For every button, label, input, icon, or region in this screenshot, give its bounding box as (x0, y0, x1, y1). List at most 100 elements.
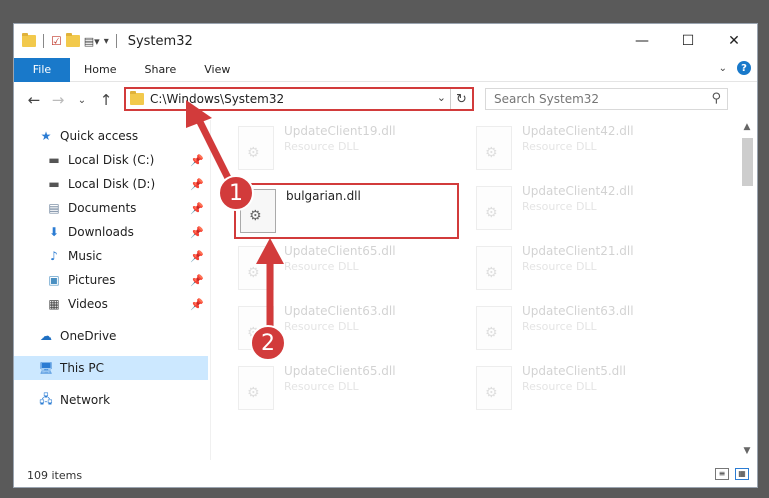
sidebar-item-label: Quick access (60, 129, 139, 143)
sidebar-item-label: Videos (68, 297, 108, 311)
pane-divider[interactable] (210, 120, 211, 460)
sidebar-item-downloads[interactable]: ⬇ Downloads 📌 (14, 220, 208, 244)
back-icon[interactable]: ← (22, 91, 46, 109)
dll-file-icon (476, 366, 512, 410)
file-item[interactable]: UpdateClient5.dll Resource DLL (472, 362, 692, 418)
sidebar-item-local-disk-c[interactable]: ▬ Local Disk (C:) 📌 (14, 148, 208, 172)
network-icon: 🖧 (39, 391, 53, 406)
file-type: Resource DLL (522, 260, 597, 273)
item-count: 109 items (27, 468, 83, 482)
address-bar[interactable]: C:\Windows\System32 ⌄ ↻ (124, 87, 474, 111)
search-icon[interactable]: ⚲ (711, 91, 721, 106)
pin-icon[interactable]: 📌 (190, 178, 204, 191)
dll-file-icon (476, 246, 512, 290)
title-bar: ☑ ▤▾ ▾ System32 — ☐ ✕ (14, 24, 757, 58)
documents-icon: ▤ (48, 201, 60, 215)
address-path[interactable]: C:\Windows\System32 (150, 92, 284, 106)
scroll-down-icon[interactable]: ▼ (739, 446, 755, 456)
dll-file-icon (238, 126, 274, 170)
help-icon[interactable]: ? (737, 61, 751, 75)
pin-icon[interactable]: 📌 (190, 298, 204, 311)
dll-file-icon (476, 126, 512, 170)
file-item[interactable]: UpdateClient19.dll Resource DLL (234, 122, 454, 178)
download-icon: ⬇ (48, 225, 60, 239)
vertical-scrollbar[interactable]: ▲ ▼ (739, 120, 755, 458)
file-name: UpdateClient63.dll (522, 304, 634, 318)
sidebar-item-network[interactable]: 🖧 Network (14, 388, 208, 412)
minimize-button[interactable]: — (619, 24, 665, 58)
step-1-badge: 1 (218, 175, 254, 211)
file-name: UpdateClient5.dll (522, 364, 626, 378)
scroll-thumb[interactable] (742, 138, 753, 186)
pin-icon[interactable]: 📌 (190, 154, 204, 167)
sidebar-item-videos[interactable]: ▦ Videos 📌 (14, 292, 208, 316)
navigation-bar: ← → ⌄ ↑ C:\Windows\System32 ⌄ ↻ ⚲ (14, 84, 757, 116)
pin-icon[interactable]: 📌 (190, 226, 204, 239)
videos-icon: ▦ (48, 297, 60, 311)
file-item[interactable]: UpdateClient21.dll Resource DLL (472, 242, 692, 298)
toolbar-separator (43, 34, 44, 48)
details-view-icon[interactable]: ≡ (715, 468, 729, 480)
status-bar: 109 items ≡ ▦ (14, 463, 757, 487)
tab-view[interactable]: View (190, 63, 244, 76)
dll-file-icon (476, 306, 512, 350)
pin-icon[interactable]: 📌 (190, 202, 204, 215)
tab-file[interactable]: File (14, 57, 70, 82)
file-item[interactable]: UpdateClient63.dll Resource DLL (472, 302, 692, 358)
pin-icon[interactable]: 📌 (190, 250, 204, 263)
sidebar-item-label: This PC (60, 361, 104, 375)
sidebar-item-documents[interactable]: ▤ Documents 📌 (14, 196, 208, 220)
sidebar-item-local-disk-d[interactable]: ▬ Local Disk (D:) 📌 (14, 172, 208, 196)
window-controls: — ☐ ✕ (619, 24, 757, 58)
pin-icon[interactable]: 📌 (190, 274, 204, 287)
dll-file-icon (238, 246, 274, 290)
sidebar-item-music[interactable]: ♪ Music 📌 (14, 244, 208, 268)
search-box[interactable]: ⚲ (485, 88, 728, 110)
refresh-icon[interactable]: ↻ (450, 89, 472, 109)
tab-share[interactable]: Share (130, 63, 190, 76)
file-list: UpdateClient19.dll Resource DLL UpdateCli… (212, 120, 732, 458)
folder-icon (130, 91, 144, 105)
toolbar-dropdown-icon[interactable]: ▾ (104, 36, 109, 47)
sidebar-item-label: OneDrive (60, 329, 117, 343)
file-name: bulgarian.dll (286, 189, 361, 203)
sidebar-item-onedrive[interactable]: ☁ OneDrive (14, 324, 208, 348)
file-type: Resource DLL (284, 140, 359, 153)
customize-toolbar-icon[interactable]: ▤▾ (84, 35, 100, 48)
up-icon[interactable]: ↑ (94, 91, 118, 109)
new-folder-icon[interactable] (65, 33, 80, 47)
maximize-button[interactable]: ☐ (665, 24, 711, 58)
sidebar-item-label: Local Disk (C:) (68, 153, 155, 167)
sidebar-item-label: Local Disk (D:) (68, 177, 156, 191)
ribbon-right: ⌄ ? (719, 61, 751, 75)
search-input[interactable] (494, 92, 694, 106)
highlighted-file-item[interactable]: bulgarian.dll (234, 183, 459, 239)
sidebar-item-this-pc[interactable]: 🖥 This PC (14, 356, 208, 380)
scroll-up-icon[interactable]: ▲ (739, 122, 755, 132)
file-type: Resource DLL (522, 320, 597, 333)
large-icons-view-icon[interactable]: ▦ (735, 468, 749, 480)
close-button[interactable]: ✕ (711, 24, 757, 58)
forward-icon[interactable]: → (46, 91, 70, 109)
file-item[interactable]: UpdateClient65.dll Resource DLL (234, 242, 454, 298)
file-item[interactable]: UpdateClient42.dll Resource DLL (472, 182, 692, 238)
file-item[interactable]: UpdateClient65.dll Resource DLL (234, 362, 454, 418)
sidebar-item-label: Documents (68, 201, 137, 215)
toolbar-separator (115, 34, 117, 48)
view-switcher: ≡ ▦ (715, 468, 749, 480)
sidebar-item-quick-access[interactable]: ★ Quick access (14, 124, 208, 148)
expand-ribbon-icon[interactable]: ⌄ (719, 63, 727, 74)
music-icon: ♪ (50, 249, 58, 263)
file-type: Resource DLL (522, 380, 597, 393)
computer-icon: 🖥 (38, 361, 54, 375)
sidebar-item-pictures[interactable]: ▣ Pictures 📌 (14, 268, 208, 292)
tab-home[interactable]: Home (70, 63, 130, 76)
file-item[interactable]: UpdateClient42.dll Resource DLL (472, 122, 692, 178)
recent-locations-icon[interactable]: ⌄ (70, 95, 94, 106)
file-name: UpdateClient42.dll (522, 124, 634, 138)
file-name: UpdateClient21.dll (522, 244, 634, 258)
chevron-down-icon[interactable]: ⌄ (437, 91, 446, 104)
properties-icon[interactable]: ☑ (51, 34, 62, 48)
dll-file-icon (238, 366, 274, 410)
file-type: Resource DLL (522, 200, 597, 213)
